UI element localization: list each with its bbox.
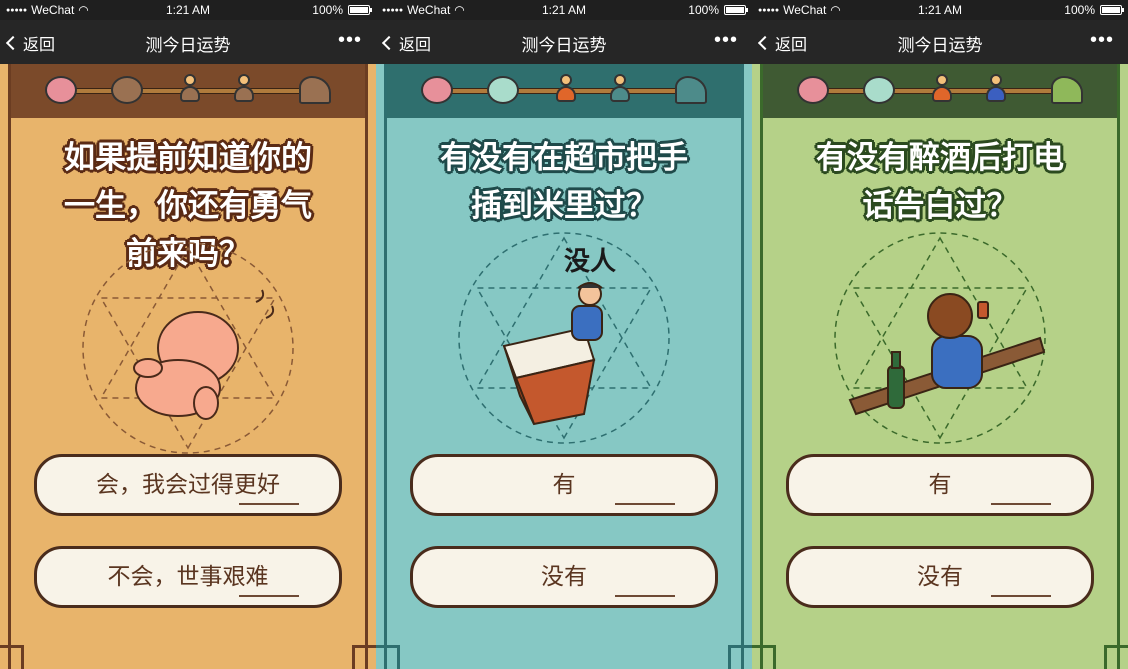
rocks-ornament-icon [1051, 76, 1083, 104]
hexagram-illustration [82, 242, 294, 454]
frame-corner [352, 645, 376, 669]
answer-label: 会，我会过得更好 [96, 472, 280, 498]
quiz-content: 有没有在超市把手 插到米里过？ 没人 有 没有 [376, 64, 752, 669]
frame-corner [0, 645, 24, 669]
top-banner [387, 64, 741, 118]
top-banner [763, 64, 1117, 118]
monk-icon [931, 74, 953, 106]
nav-bar: 返回 测今日运势 ••• [376, 20, 752, 64]
question-text: 有没有在超市把手 插到米里过？ [396, 134, 732, 230]
screen-3: ●●●●● WeChat ◠ 1:21 AM 100% 返回 测今日运势 •••… [752, 0, 1128, 669]
monk-icon [555, 74, 577, 106]
peony-ornament-icon [863, 76, 895, 104]
hexagram-illustration [834, 232, 1046, 444]
rocks-ornament-icon [299, 76, 331, 104]
drunk-call-illustration [848, 293, 1046, 416]
frame-corner [376, 645, 400, 669]
answer-button-no[interactable]: 不会，世事艰难 [34, 546, 342, 608]
answer-button-no[interactable]: 没有 [786, 546, 1094, 608]
nav-bar: 返回 测今日运势 ••• [0, 20, 376, 64]
monk-icon [985, 74, 1007, 106]
screen-2: ●●●●● WeChat ◠ 1:21 AM 100% 返回 测今日运势 •••… [376, 0, 752, 669]
nav-title: 测今日运势 [521, 36, 607, 55]
baby-illustration [133, 289, 275, 420]
more-menu-button[interactable]: ••• [714, 29, 738, 52]
underline-decoration [991, 595, 1051, 597]
battery-icon [724, 5, 748, 15]
rocks-ornament-icon [675, 76, 707, 104]
battery-percent: 100% [312, 3, 343, 17]
status-bar: ●●●●● WeChat ◠ 1:21 AM 100% [376, 0, 752, 20]
hexagram-illustration: 没人 [458, 232, 670, 444]
screen-1: ●●●●● WeChat ◠ 1:21 AM 100% 返回 测今日运势 •••… [0, 0, 376, 669]
rice-bin-illustration [502, 282, 603, 426]
answer-label: 有 [928, 472, 952, 498]
quiz-content: 如果提前知道你的 一生，你还有勇气 前来吗？ 会，我会过得更好 不会，世事艰难 [0, 64, 376, 669]
monk-icon [233, 74, 255, 106]
battery-percent: 100% [688, 3, 719, 17]
answer-button-no[interactable]: 没有 [410, 546, 718, 608]
answer-label: 有 [552, 472, 576, 498]
question-text: 有没有醉酒后打电 话告白过？ [772, 134, 1108, 230]
peony-ornament-icon [487, 76, 519, 104]
battery-icon [1100, 5, 1124, 15]
battery-group: 100% [688, 3, 748, 17]
question-line: 有没有在超市把手 [440, 140, 688, 176]
question-line: 有没有醉酒后打电 [816, 140, 1064, 176]
question-line: 一生，你还有勇气 [64, 188, 312, 224]
answer-label: 不会，世事艰难 [107, 564, 269, 590]
underline-decoration [991, 503, 1051, 505]
status-bar: ●●●●● WeChat ◠ 1:21 AM 100% [0, 0, 376, 20]
illustration-caption: 没人 [564, 247, 616, 277]
more-menu-button[interactable]: ••• [338, 29, 362, 52]
quiz-content: 有没有醉酒后打电 话告白过？ 有 没有 [752, 64, 1128, 669]
monk-icon [609, 74, 631, 106]
nav-bar: 返回 测今日运势 ••• [752, 20, 1128, 64]
answer-button-yes[interactable]: 会，我会过得更好 [34, 454, 342, 516]
more-menu-button[interactable]: ••• [1090, 29, 1114, 52]
peony-ornament-icon [421, 76, 453, 104]
underline-decoration [615, 595, 675, 597]
answer-button-yes[interactable]: 有 [786, 454, 1094, 516]
peony-ornament-icon [111, 76, 143, 104]
peony-ornament-icon [45, 76, 77, 104]
top-banner [11, 64, 365, 118]
answer-label: 没有 [541, 564, 587, 590]
status-bar: ●●●●● WeChat ◠ 1:21 AM 100% [752, 0, 1128, 20]
battery-group: 100% [312, 3, 372, 17]
question-line: 如果提前知道你的 [64, 140, 312, 176]
battery-group: 100% [1064, 3, 1124, 17]
underline-decoration [615, 503, 675, 505]
battery-icon [348, 5, 372, 15]
underline-decoration [239, 595, 299, 597]
nav-title: 测今日运势 [145, 36, 231, 55]
answer-label: 没有 [917, 564, 963, 590]
frame-corner [1104, 645, 1128, 669]
monk-icon [179, 74, 201, 106]
question-line: 话告白过？ [862, 188, 1018, 224]
underline-decoration [239, 503, 299, 505]
answer-button-yes[interactable]: 有 [410, 454, 718, 516]
question-line: 插到米里过？ [471, 188, 657, 224]
nav-title: 测今日运势 [897, 36, 983, 55]
frame-corner [728, 645, 752, 669]
peony-ornament-icon [797, 76, 829, 104]
battery-percent: 100% [1064, 3, 1095, 17]
frame-corner [752, 645, 776, 669]
